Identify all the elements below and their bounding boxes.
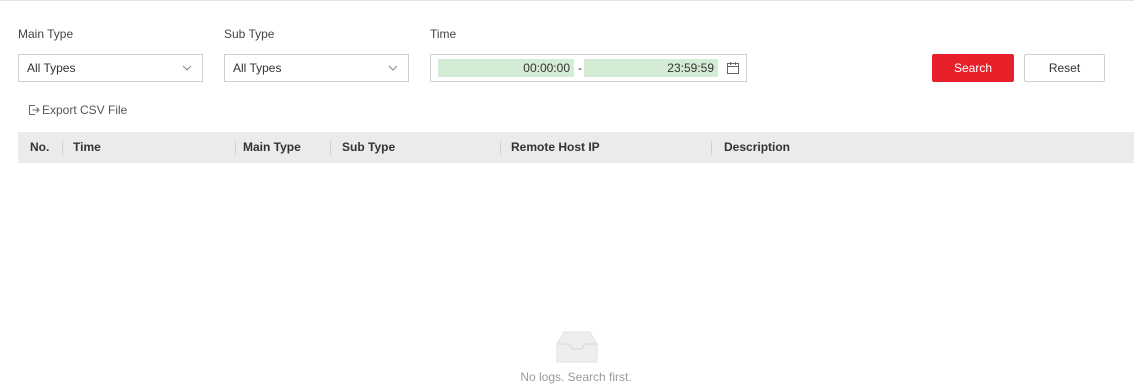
column-header-remote-host-ip[interactable]: Remote Host IP [511, 132, 600, 163]
search-button[interactable]: Search [932, 54, 1014, 82]
column-header-no[interactable]: No. [30, 132, 49, 163]
empty-state-message: No logs. Search first. [520, 370, 632, 384]
time-separator: - [578, 61, 582, 75]
sub-type-select[interactable]: All Types [224, 54, 409, 82]
inbox-icon [556, 331, 598, 363]
sub-type-label: Sub Type [224, 27, 275, 41]
export-icon [29, 105, 40, 115]
main-type-select[interactable]: All Types [18, 54, 203, 82]
column-divider [330, 141, 331, 155]
time-end-input[interactable]: 23:59:59 [584, 59, 718, 77]
time-label: Time [430, 27, 457, 41]
main-type-label: Main Type [18, 27, 74, 41]
log-table-header: No. Time Main Type Sub Type Remote Host … [18, 132, 1134, 163]
chevron-down-icon [388, 65, 398, 71]
main-type-value: All Types [27, 61, 76, 75]
top-border [0, 0, 1134, 1]
column-header-time[interactable]: Time [73, 132, 101, 163]
column-divider [711, 141, 712, 155]
column-header-description[interactable]: Description [724, 132, 790, 163]
column-header-main-type[interactable]: Main Type [243, 132, 301, 163]
calendar-icon[interactable] [726, 61, 740, 75]
time-start-input[interactable]: 00:00:00 [438, 59, 574, 77]
column-divider [235, 141, 236, 155]
time-range-picker[interactable]: 00:00:00 - 23:59:59 [430, 54, 747, 82]
column-header-sub-type[interactable]: Sub Type [342, 132, 395, 163]
column-divider [62, 141, 63, 155]
column-divider [500, 141, 501, 155]
reset-button[interactable]: Reset [1024, 54, 1105, 82]
chevron-down-icon [182, 65, 192, 71]
export-csv-button[interactable]: Export CSV File [28, 103, 127, 117]
sub-type-value: All Types [233, 61, 282, 75]
export-label: Export CSV File [42, 103, 128, 117]
